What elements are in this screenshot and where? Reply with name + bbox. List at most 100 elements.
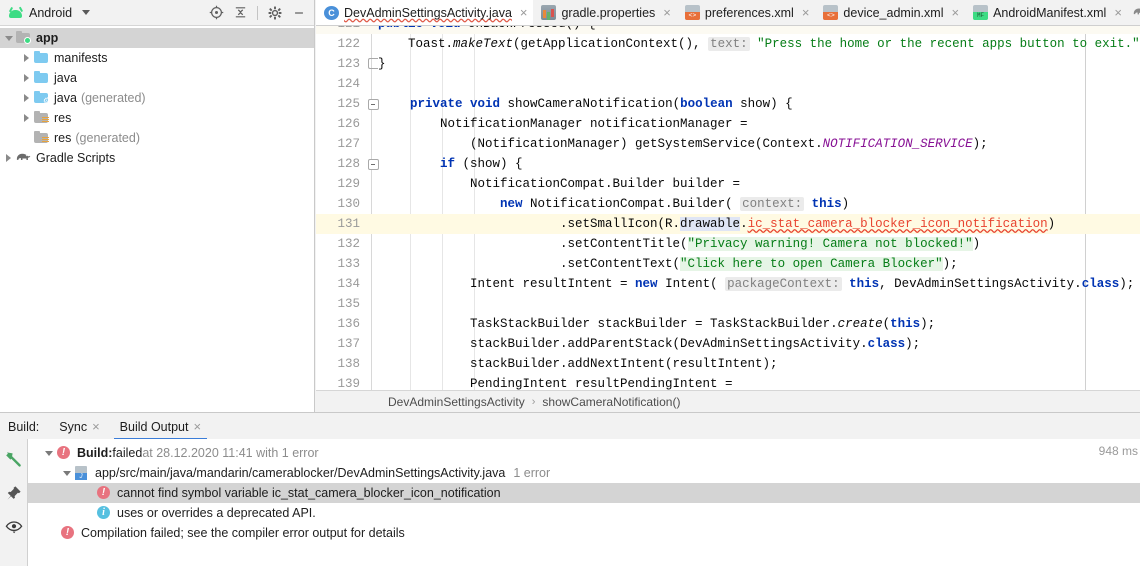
tree-item-java-generated[interactable]: ⚙ java (generated) <box>0 88 314 108</box>
line-number: 132 <box>337 237 360 251</box>
build-hammer-icon[interactable] <box>4 449 24 469</box>
tree-item-res-generated[interactable]: res (generated) <box>0 128 314 148</box>
line-number: 131 <box>337 217 360 231</box>
code-line[interactable]: 138 stackBuilder.addNextIntent(resultInt… <box>316 354 1140 374</box>
build-failed-row[interactable]: ! Build: failed at 28.12.2020 11:41 with… <box>28 443 1140 463</box>
twisty-collapsed-icon[interactable] <box>20 68 33 88</box>
line-text: .setContentText("Click here to open Came… <box>410 257 958 271</box>
build-file-row[interactable]: app/src/main/java/mandarin/camerablocker… <box>28 463 1140 483</box>
build-duration: 948 ms <box>1098 444 1138 458</box>
gradle-elephant-icon <box>1132 5 1140 20</box>
info-icon: i <box>96 505 112 521</box>
project-view-selector[interactable]: Android <box>0 6 91 20</box>
code-line[interactable]: 126 NotificationManager notificationMana… <box>316 114 1140 134</box>
line-text: NotificationCompat.Builder builder = <box>410 177 741 191</box>
tree-item-gradle-scripts[interactable]: Gradle Scripts <box>0 148 314 168</box>
code-line[interactable]: 122 Toast.makeText(getApplicationContext… <box>316 34 1140 54</box>
close-icon[interactable]: × <box>951 6 959 19</box>
code-line[interactable]: 128 if (show) { <box>316 154 1140 174</box>
breadcrumb: DevAdminSettingsActivity › showCameraNot… <box>316 390 1140 412</box>
tree-item-label: java <box>54 91 77 105</box>
tab-sync[interactable]: Sync × <box>49 414 109 440</box>
build-compilation-message: Compilation failed; see the compiler err… <box>81 526 405 540</box>
build-error-message-row[interactable]: ! cannot find symbol variable ic_stat_ca… <box>28 483 1140 503</box>
close-icon[interactable]: × <box>92 419 100 434</box>
minimize-svg <box>295 11 303 14</box>
tab-dev-admin-settings-activity[interactable]: C DevAdminSettingsActivity.java × <box>316 0 534 25</box>
code-line[interactable]: 125 private void showCameraNotification(… <box>316 94 1140 114</box>
code-line[interactable]: 137 stackBuilder.addParentStack(DevAdmin… <box>316 334 1140 354</box>
hide-panel-icon[interactable] <box>288 2 310 24</box>
twisty-expanded-icon[interactable] <box>60 463 74 483</box>
line-number: 139 <box>337 377 360 391</box>
locate-target-icon[interactable] <box>205 2 227 24</box>
build-deprecated-api-row[interactable]: i uses or overrides a deprecated API. <box>28 503 1140 523</box>
folder-blue-icon <box>33 70 50 86</box>
twisty-expanded-icon[interactable] <box>42 443 56 463</box>
hammer-svg <box>5 452 21 467</box>
code-line[interactable]: 133 .setContentText("Click here to open … <box>316 254 1140 274</box>
line-text: .setSmallIcon(R.drawable.ic_stat_camera_… <box>410 217 1056 231</box>
code-line-error[interactable]: 131 .setSmallIcon(R.drawable.ic_stat_cam… <box>316 214 1140 234</box>
tab-build-output[interactable]: Build Output × <box>110 414 211 440</box>
error-icon: ! <box>60 525 76 541</box>
gear-svg <box>268 6 282 19</box>
code-line[interactable]: 139 PendingIntent resultPendingIntent = <box>316 374 1140 391</box>
twisty-collapsed-icon[interactable] <box>20 108 33 128</box>
close-icon[interactable]: × <box>663 6 671 19</box>
code-line[interactable]: 127 (NotificationManager) getSystemServi… <box>316 134 1140 154</box>
collapse-all-icon[interactable] <box>229 2 251 24</box>
line-text: (NotificationManager) getSystemService(C… <box>410 137 988 151</box>
breadcrumb-class[interactable]: DevAdminSettingsActivity <box>388 395 525 409</box>
tree-item-res[interactable]: res <box>0 108 314 128</box>
code-line[interactable]: 132 .setContentTitle("Privacy warning! C… <box>316 234 1140 254</box>
tab-gradle-overflow[interactable] <box>1128 0 1140 25</box>
code-line[interactable]: 129 NotificationCompat.Builder builder = <box>316 174 1140 194</box>
fold-collapse-icon[interactable] <box>368 159 379 170</box>
code-line[interactable]: 135 <box>316 294 1140 314</box>
close-icon[interactable]: × <box>520 6 528 19</box>
close-icon[interactable]: × <box>802 6 810 19</box>
breadcrumb-separator-icon: › <box>531 395 536 408</box>
fold-collapse-icon[interactable] <box>368 99 379 110</box>
twisty-expanded-icon[interactable] <box>2 28 15 48</box>
code-line[interactable]: 136 TaskStackBuilder stackBuilder = Task… <box>316 314 1140 334</box>
settings-gear-icon[interactable] <box>264 2 286 24</box>
build-compilation-failed-row[interactable]: ! Compilation failed; see the compiler e… <box>28 523 1140 543</box>
code-line[interactable]: 121 public void onBackPressed() { <box>316 26 1140 34</box>
tree-item-manifests[interactable]: manifests <box>0 48 314 68</box>
editor-tab-bar: C DevAdminSettingsActivity.java × gradle… <box>316 0 1140 26</box>
tab-label: gradle.properties <box>561 5 656 20</box>
pin-icon[interactable] <box>4 483 24 503</box>
android-studio-window: Android app manifests java ⚙ java (gener… <box>0 0 1140 566</box>
build-tab-bar: Build: Sync × Build Output × <box>0 412 1140 441</box>
tab-device-admin-xml[interactable]: device_admin.xml × <box>815 0 965 25</box>
tab-preferences-xml[interactable]: preferences.xml × <box>677 0 816 25</box>
line-number: 125 <box>337 97 360 111</box>
close-icon[interactable]: × <box>1114 6 1122 19</box>
project-panel: Android app manifests java ⚙ java (gener… <box>0 0 315 412</box>
breadcrumb-method[interactable]: showCameraNotification() <box>542 395 680 409</box>
code-line[interactable]: 134 Intent resultIntent = new Intent( pa… <box>316 274 1140 294</box>
tree-item-java[interactable]: java <box>0 68 314 88</box>
code-editor[interactable]: 121 public void onBackPressed() { 122 To… <box>316 26 1140 391</box>
line-number: 127 <box>337 137 360 151</box>
code-line[interactable]: 123 } <box>316 54 1140 74</box>
fold-end-icon[interactable] <box>368 58 378 69</box>
tab-gradle-properties[interactable]: gradle.properties × <box>533 0 676 25</box>
twisty-collapsed-icon[interactable] <box>20 88 33 108</box>
line-text: stackBuilder.addNextIntent(resultIntent)… <box>410 357 778 371</box>
pin-svg <box>6 486 21 500</box>
eye-icon[interactable] <box>4 517 24 537</box>
code-line[interactable]: 124 <box>316 74 1140 94</box>
twisty-collapsed-icon[interactable] <box>20 48 33 68</box>
tree-item-app[interactable]: app <box>0 28 314 48</box>
close-icon[interactable]: × <box>193 419 201 434</box>
elephant-svg <box>16 153 31 161</box>
code-line[interactable]: 130 new NotificationCompat.Builder( cont… <box>316 194 1140 214</box>
chevron-down-icon[interactable] <box>82 10 91 15</box>
twisty-collapsed-icon[interactable] <box>2 148 15 168</box>
error-icon: ! <box>96 485 112 501</box>
folder-res-generated-icon <box>33 130 50 146</box>
tab-android-manifest-xml[interactable]: AndroidManifest.xml × <box>965 0 1128 25</box>
